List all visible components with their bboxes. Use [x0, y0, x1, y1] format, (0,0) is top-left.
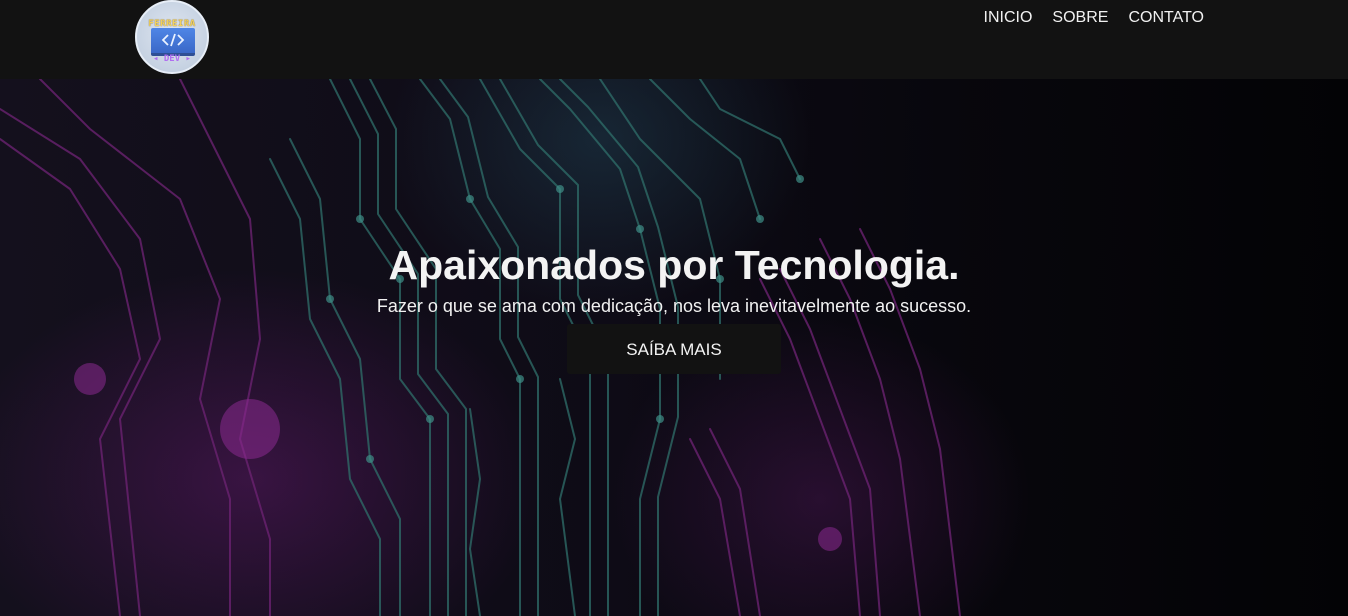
page: FERREIRA ◂ DEV ▸ INICIO SOBRE CONTATO Ap… — [0, 0, 1348, 616]
code-brackets-icon — [151, 28, 195, 56]
hero-section: Apaixonados por Tecnologia. Fazer o que … — [0, 79, 1348, 616]
nav-link-sobre[interactable]: SOBRE — [1052, 9, 1108, 27]
hero-subtitle: Fazer o que se ama com dedicação, nos le… — [376, 296, 972, 316]
navbar: FERREIRA ◂ DEV ▸ INICIO SOBRE CONTATO — [0, 0, 1348, 79]
nav-link-inicio[interactable]: INICIO — [984, 9, 1033, 27]
hero-title: Apaixonados por Tecnologia. — [388, 242, 960, 288]
hero-content: Apaixonados por Tecnologia. Fazer o que … — [0, 239, 1348, 374]
saiba-mais-button[interactable]: SAÍBA MAIS — [567, 324, 781, 374]
logo-bottom-text: ◂ DEV ▸ — [153, 54, 191, 64]
ferreira-dev-logo[interactable]: FERREIRA ◂ DEV ▸ — [135, 0, 209, 74]
main-nav: INICIO SOBRE CONTATO — [984, 9, 1204, 27]
nav-link-contato[interactable]: CONTATO — [1128, 9, 1204, 27]
